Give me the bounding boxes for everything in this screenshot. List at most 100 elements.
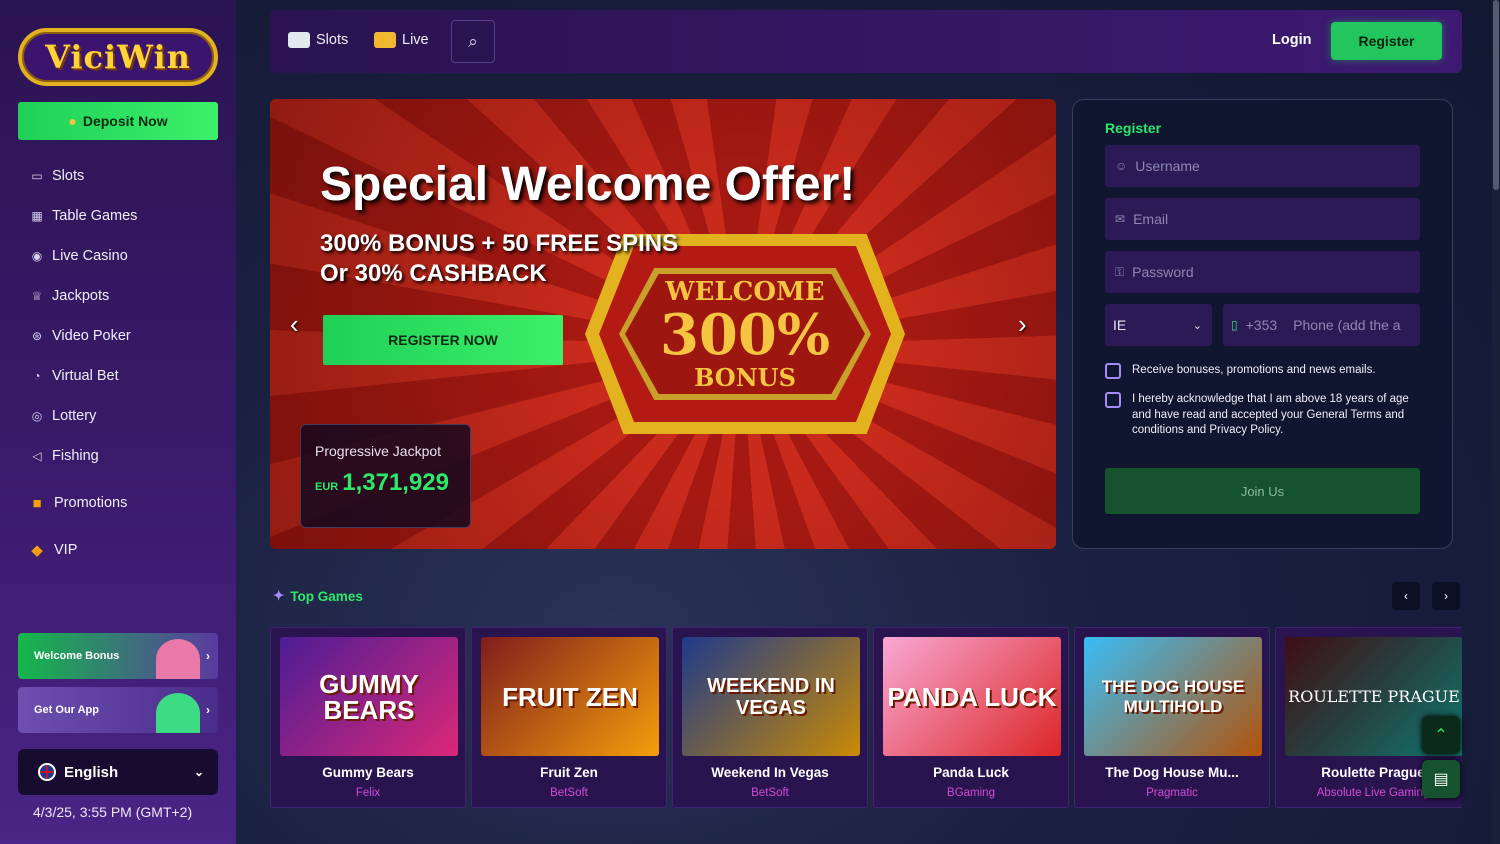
party-icon: ✦	[273, 588, 285, 603]
sidebar-item-label: Virtual Bet	[52, 368, 119, 384]
game-thumbnail: THE DOG HOUSE MULTIHOLD	[1084, 637, 1262, 756]
game-provider: BetSoft	[751, 787, 789, 799]
sidebar-item-fishing[interactable]: ◁ Fishing	[0, 436, 236, 476]
jackpot-amount: 1,371,929	[342, 469, 450, 496]
banner-subtitle: 300% BONUS + 50 FREE SPINS Or 30% CASHBAC…	[320, 229, 700, 289]
gift-box-icon	[156, 639, 200, 679]
register-form-panel: Register ☺ Username ✉ Email ⚿ Password IE ⌄ …	[1072, 99, 1453, 549]
register-now-button[interactable]: REGISTER NOW	[323, 315, 563, 365]
game-card[interactable]: FRUIT ZEN Fruit Zen BetSoft	[471, 627, 667, 808]
sidebar-item-promotions[interactable]: ■ Promotions	[0, 476, 236, 530]
top-games-title: Top Games	[290, 588, 363, 604]
top-games-heading: ✦ Top Games	[273, 588, 363, 604]
diamond-icon: ◆	[31, 542, 43, 559]
game-provider: Pragmatic	[1146, 787, 1198, 799]
game-card[interactable]: PANDA LUCK Panda Luck BGaming	[873, 627, 1069, 808]
email-field[interactable]: ✉ Email	[1105, 198, 1420, 240]
chevron-right-icon: ›	[206, 649, 210, 663]
brand-logo[interactable]: ViciWin	[18, 28, 218, 86]
login-button[interactable]: Login	[1272, 32, 1311, 48]
chevron-down-icon: ⌄	[1192, 319, 1202, 332]
chevron-right-icon: ›	[1444, 589, 1448, 603]
sidebar-item-label: Slots	[52, 168, 85, 184]
uk-flag-icon	[38, 763, 56, 781]
password-field[interactable]: ⚿ Password	[1105, 251, 1420, 293]
topbar-live-link[interactable]: Live	[374, 32, 429, 48]
join-us-button[interactable]: Join Us	[1105, 468, 1420, 514]
sidebar-item-virtual-bet[interactable]: ◔ Virtual Bet	[0, 356, 236, 396]
game-provider: BetSoft	[550, 787, 588, 799]
sidebar-item-label: Video Poker	[52, 328, 131, 344]
deposit-now-button[interactable]: ● Deposit Now	[18, 102, 218, 140]
sidebar: ViciWin ● Deposit Now ▭ Slots ▦ Table Games…	[0, 0, 236, 844]
android-icon	[156, 693, 200, 733]
poker-chip-icon: ⊛	[31, 329, 43, 343]
promo-emails-checkbox[interactable]	[1105, 363, 1121, 379]
game-card[interactable]: WEEKEND IN VEGAS Weekend In Vegas BetSoft	[672, 627, 868, 808]
sidebar-item-label: Live Casino	[52, 248, 128, 264]
banner-prev-arrow-icon[interactable]: ‹	[290, 309, 299, 340]
table-icon: ▦	[31, 209, 43, 223]
sidebar-item-slots[interactable]: ▭ Slots	[0, 156, 236, 196]
banner-subtitle-line1: 300% BONUS + 50 FREE SPINS	[320, 230, 679, 257]
sidebar-item-video-poker[interactable]: ⊛ Video Poker	[0, 316, 236, 356]
password-placeholder: Password	[1132, 264, 1194, 280]
get-app-label: Get Our App	[34, 704, 99, 716]
game-card[interactable]: GUMMY BEARS Gummy Bears Felix	[270, 627, 466, 808]
sidebar-item-label: Fishing	[52, 448, 99, 464]
terms-text: I hereby acknowledge that I am above 18 …	[1132, 393, 1409, 436]
topbar-slots-link[interactable]: Slots	[288, 32, 348, 48]
chevron-up-icon: ⌃	[1434, 727, 1448, 744]
live-chat-button[interactable]: ▤	[1422, 760, 1460, 798]
fish-icon: ◁	[32, 449, 42, 463]
promo-emails-text: Receive bonuses, promotions and news ema…	[1132, 364, 1376, 376]
phone-icon: ▯	[1231, 318, 1238, 332]
gift-icon: ■	[32, 494, 42, 512]
sidebar-item-live-casino[interactable]: ◉ Live Casino	[0, 236, 236, 276]
page-scrollbar[interactable]	[1492, 0, 1500, 844]
phone-placeholder: Phone (add the a	[1293, 317, 1401, 333]
banner-next-arrow-icon[interactable]: ›	[1018, 309, 1027, 340]
sidebar-item-jackpots[interactable]: ♕ Jackpots	[0, 276, 236, 316]
chevron-right-icon: ›	[206, 703, 210, 717]
trophy-icon: ♕	[31, 289, 43, 303]
game-thumbnail: GUMMY BEARS	[280, 637, 458, 756]
register-form-title: Register	[1105, 120, 1162, 136]
username-field[interactable]: ☺ Username	[1105, 145, 1420, 187]
language-selector[interactable]: English ⌄	[18, 749, 218, 795]
scrollbar-thumb[interactable]	[1493, 0, 1499, 190]
banner-title: Special Welcome Offer!	[320, 158, 856, 211]
lottery-icon: ◎	[31, 409, 43, 423]
sidebar-item-label: Jackpots	[52, 288, 110, 304]
live-icon: ◉	[31, 249, 43, 263]
game-card[interactable]: THE DOG HOUSE MULTIHOLD The Dog House Mu.…	[1074, 627, 1270, 808]
scroll-top-button[interactable]: ⌃	[1422, 716, 1460, 754]
sidebar-item-vip[interactable]: ◆ VIP	[0, 530, 236, 570]
jackpot-label: Progressive Jackpot	[315, 443, 442, 459]
get-app-card[interactable]: Get Our App ›	[18, 687, 218, 733]
welcome-bonus-card[interactable]: Welcome Bonus ›	[18, 633, 218, 679]
user-icon: ☺	[1115, 159, 1128, 173]
terms-checkbox[interactable]	[1105, 392, 1121, 408]
search-button[interactable]: ⌕	[451, 20, 495, 63]
phone-field[interactable]: ▯ +353 Phone (add the a	[1223, 304, 1420, 346]
sidebar-nav: ▭ Slots ▦ Table Games ◉ Live Casino ♕ Jackpo…	[0, 156, 236, 570]
register-button[interactable]: Register	[1331, 22, 1442, 60]
live-cards-icon	[374, 32, 396, 48]
sidebar-item-label: Table Games	[52, 208, 138, 224]
chevron-left-icon: ‹	[1404, 589, 1408, 603]
slot-machine-icon: ▭	[31, 169, 43, 183]
game-name: Fruit Zen	[540, 765, 598, 780]
game-provider: BGaming	[947, 787, 995, 799]
sidebar-item-lottery[interactable]: ◎ Lottery	[0, 396, 236, 436]
email-placeholder: Email	[1133, 211, 1169, 227]
slot-machine-icon	[288, 32, 310, 48]
logo-text: ViciWin	[45, 38, 191, 76]
sidebar-item-table-games[interactable]: ▦ Table Games	[0, 196, 236, 236]
game-name: Weekend In Vegas	[711, 765, 829, 780]
games-next-button[interactable]: ›	[1432, 582, 1460, 610]
country-code-select[interactable]: IE ⌄	[1105, 304, 1212, 346]
games-prev-button[interactable]: ‹	[1392, 582, 1420, 610]
progressive-jackpot-box: Progressive Jackpot EUR 1,371,929	[300, 424, 471, 528]
top-navbar: Slots Live ⌕ Login Register	[270, 10, 1462, 73]
